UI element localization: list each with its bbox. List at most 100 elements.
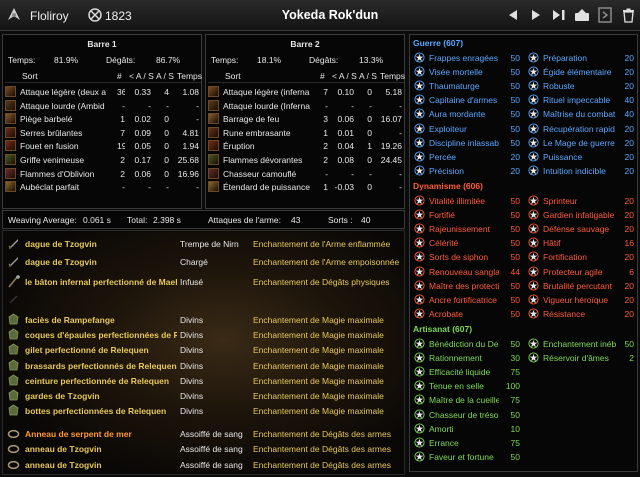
cp-star-row[interactable]: Chasseur de trésor 50 [414, 408, 522, 422]
cp-star-value: 44 [510, 266, 520, 277]
equipment-row[interactable]: anneau de Tzogvin Assoiffé de sang Enchant… [3, 442, 406, 456]
equipment-row[interactable]: gilet perfectionné de Relequen Divins Ench… [3, 343, 406, 357]
equipment-row[interactable] [3, 293, 406, 307]
cp-star-label: Maîtrise du combat [543, 109, 616, 120]
cp-star-row[interactable]: Errance 75 [414, 437, 522, 450]
cp-star-row[interactable]: Puissance 20 [528, 151, 636, 164]
equipment-row[interactable]: bottes perfectionnées de Relequen Divins E… [3, 404, 406, 418]
character-name: Yokeda Rok'dun [281, 8, 379, 22]
ring-icon [7, 444, 20, 454]
cp-star-row[interactable]: Intuition indicible 20 [528, 165, 636, 178]
equipment-enchant: Enchantement de Magie maximale [253, 315, 384, 325]
cp-star-row[interactable]: Le Mage de guerre 20 [528, 137, 636, 150]
champion-points: 1823 [105, 9, 132, 23]
cp-star-label: Amorti [429, 423, 454, 434]
cp-star-row[interactable]: Bénédiction du De 50 [414, 338, 522, 351]
skill-count: 2 [323, 141, 328, 152]
cp-star-value: 20 [624, 165, 634, 176]
cp-star-row[interactable]: Vitalité illimitée 50 [414, 195, 522, 208]
equipment-row[interactable]: le bâton infernal perfectionné de Maelst… [3, 275, 406, 289]
cp-star-row[interactable]: Vigueur héroïque 20 [528, 294, 636, 307]
cp-star-label: Sprinteur [543, 196, 578, 206]
equipment-row[interactable]: dague de Tzogvin Chargé Enchantement de l'… [3, 255, 406, 269]
cp-star-value: 40 [624, 95, 634, 106]
cp-star-row[interactable]: Tenue en selle 100 [414, 380, 522, 393]
cp-star-row[interactable]: Exploiteur 50 [414, 122, 522, 136]
cp-star-value: 50 [510, 81, 520, 92]
star-icon [528, 308, 539, 319]
cp-star-value: 20 [624, 67, 634, 78]
equipment-name: gardes de Tzogvin [25, 391, 100, 401]
cp-star-label: Errance [429, 437, 459, 448]
bar1-panel: Barre 1 Temps: 81.9% Dégâts: 86.7% Sort … [2, 34, 202, 209]
cp-star-row[interactable]: Frappes enragées 50 [414, 52, 522, 65]
cp-star-row[interactable]: Protecteur agile 6 [528, 265, 636, 279]
cp-star-row[interactable]: Sorts de siphon 50 [414, 251, 522, 264]
cp-star-row[interactable]: Rationnement 30 [414, 352, 522, 365]
equipment-row[interactable]: brassards perfectionnés de Relequen Divin… [3, 359, 406, 373]
cp-star-row[interactable]: Égide élémentaire 20 [528, 66, 636, 79]
export-button[interactable] [597, 6, 613, 24]
cp-star-row[interactable]: Enchantement inéb 50 [528, 338, 636, 351]
equipment-row[interactable]: gardes de Tzogvin Divins Enchantement de M… [3, 389, 406, 403]
cp-star-row[interactable]: Thaumaturge 50 [414, 80, 522, 93]
cp-star-row[interactable]: Renouveau sangla 44 [414, 265, 522, 279]
cp-star-row[interactable]: Résistance 20 [528, 308, 636, 321]
cp-star-row[interactable]: Gardien infatigable 20 [528, 209, 636, 222]
cp-star-row[interactable]: Fortifié 50 [414, 209, 522, 222]
cp-star-value: 20 [624, 210, 634, 221]
cp-star-row[interactable]: Acrobate 50 [414, 308, 522, 321]
skill-icon [5, 167, 16, 179]
cp-star-row[interactable]: Discipline inlassab 50 [414, 137, 522, 150]
cp-star-row[interactable]: Maître des protecti 50 [414, 280, 522, 293]
equipment-row[interactable]: coques d'épaules perfectionnées de Rele D… [3, 328, 406, 342]
cp-star-row[interactable]: Préparation 20 [528, 52, 636, 65]
cp-star-row[interactable]: Robuste 20 [528, 80, 636, 93]
prev-button[interactable] [505, 6, 521, 24]
upload-icon [575, 9, 589, 21]
equipment-row[interactable]: ceinture perfectionnée de Relequen Divins… [3, 374, 406, 388]
cp-star-value: 6 [629, 266, 634, 277]
cp-star-row[interactable]: Rituel impeccable 40 [528, 94, 636, 107]
cp-star-row[interactable]: Efficacité liquide 75 [414, 366, 522, 379]
equipment-row[interactable]: anneau de Tzogvin Assoiffé de sang Enchant… [3, 458, 406, 472]
ring-icon [7, 460, 20, 470]
cp-star-row[interactable]: Faveur et fortune 50 [414, 451, 522, 464]
cp-star-row[interactable]: Récupération rapid 20 [528, 122, 636, 136]
skill-as: 0 [164, 141, 169, 152]
star-icon [528, 352, 539, 363]
equipment-row[interactable]: dague de Tzogvin Trempe de Nirn Enchanteme… [3, 237, 406, 251]
cp-star-row[interactable]: Sprinteur 20 [528, 195, 636, 208]
cp-star-row[interactable]: Célérité 50 [414, 237, 522, 250]
equipment-row[interactable]: Anneau de serpent de mer Assoiffé de sang… [3, 427, 406, 441]
cp-star-row[interactable]: Aura mordante 50 [414, 108, 522, 121]
cp-star-row[interactable]: Capitaine d'armes 50 [414, 94, 522, 107]
col-header-sort: Sort [22, 71, 38, 81]
next-button[interactable] [551, 6, 567, 24]
play-button[interactable] [528, 6, 544, 24]
cp-star-row[interactable]: Maîtrise du combat 40 [528, 108, 636, 121]
cp-star-label: Fortification [543, 252, 587, 263]
skill-row: Flammes dévorantes 2 0.08 0 24.45 [208, 153, 404, 167]
cp-star-row[interactable]: Précision 20 [414, 165, 522, 178]
cp-star-row[interactable]: Percée 20 [414, 151, 522, 164]
cp-star-row[interactable]: Brutalité percutant 20 [528, 280, 636, 293]
cp-star-label: Bénédiction du De [429, 339, 499, 349]
cp-star-value: 50 [510, 67, 520, 78]
cp-star-row[interactable]: Fortification 20 [528, 251, 636, 264]
cp-star-row[interactable]: Réservoir d'âmes 2 [528, 352, 636, 365]
cp-star-row[interactable]: Amorti 10 [414, 423, 522, 436]
equipment-row[interactable]: faciès de Rampefange Divins Enchantement d… [3, 313, 406, 327]
equipment-trait: Chargé [180, 257, 208, 267]
cp-star-row[interactable]: Ancre fortificatrice 50 [414, 294, 522, 307]
cp-star-row[interactable]: Visée mortelle 50 [414, 66, 522, 79]
delete-button[interactable] [620, 6, 636, 24]
cp-star-value: 40 [624, 109, 634, 120]
cp-star-row[interactable]: Maître de la cueille 75 [414, 394, 522, 407]
cp-star-row[interactable]: Hâtif 16 [528, 237, 636, 250]
cp-star-row[interactable]: Défense sauvage 20 [528, 223, 636, 236]
upload-button[interactable] [574, 6, 590, 24]
cp-star-row[interactable]: Rajeunissement 50 [414, 223, 522, 236]
bar2-damage: 13.3% [359, 55, 384, 65]
equipment-name: dague de Tzogvin [25, 257, 97, 267]
